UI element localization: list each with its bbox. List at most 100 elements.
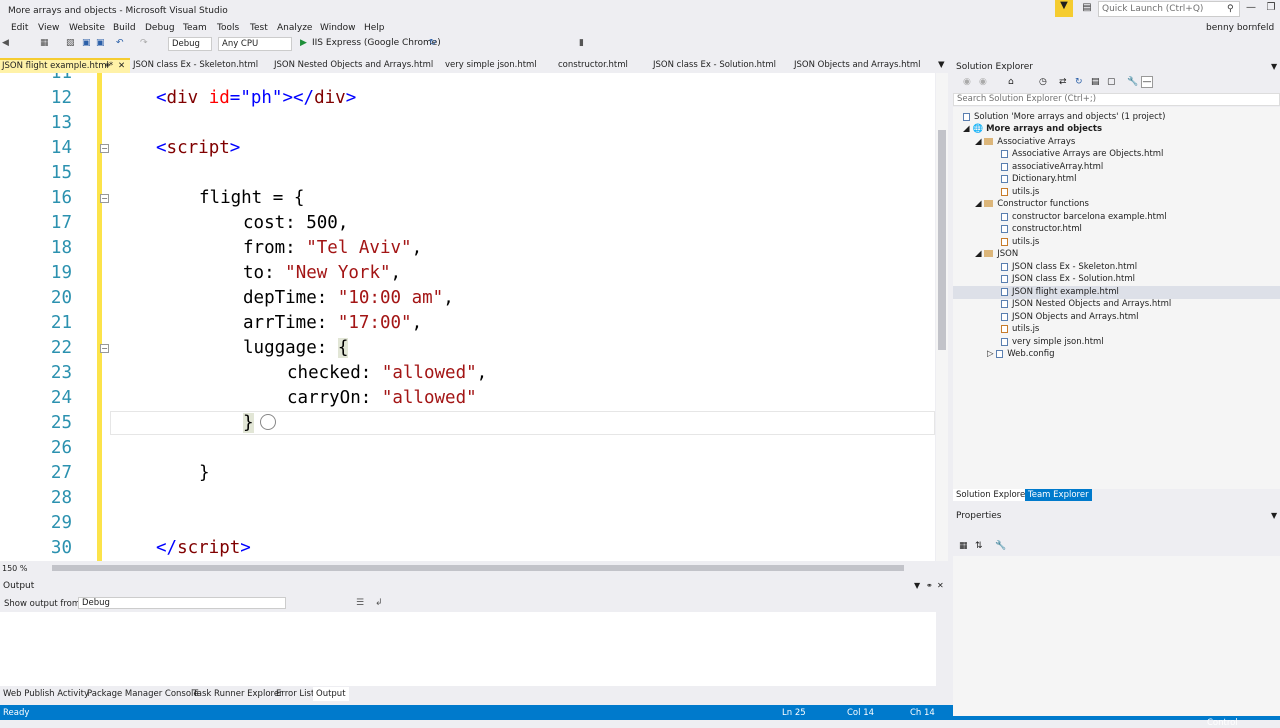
line-number: 15 (50, 163, 72, 183)
new-project-icon[interactable]: ▦ (40, 38, 49, 48)
collapse-icon[interactable]: − (100, 144, 109, 153)
code-line: <div id="ph"></div> (156, 88, 357, 108)
tab-output[interactable]: Output (313, 687, 349, 701)
close-icon[interactable]: ✕ (937, 581, 944, 590)
menu-debug[interactable]: Debug (145, 23, 175, 33)
tree-file[interactable]: JSON Objects and Arrays.html (1001, 311, 1139, 324)
clear-all-icon[interactable]: ☰ (356, 598, 364, 608)
bookmark-icon[interactable]: ▮ (579, 38, 584, 48)
pending-changes-icon[interactable]: ◷ (1039, 77, 1047, 87)
scroll-thumb[interactable] (938, 130, 946, 350)
output-dropdown-icon[interactable]: ▼ (914, 581, 920, 590)
tab-team-explorer[interactable]: Team Explorer (1025, 489, 1092, 501)
menu-view[interactable]: View (38, 23, 59, 33)
run-target-button[interactable]: IIS Express (Google Chrome) (312, 38, 441, 48)
minimize-button[interactable]: — (1242, 2, 1260, 13)
platform-select[interactable]: Any CPU (218, 37, 292, 51)
collapse-all-icon[interactable]: ▤ (1091, 77, 1100, 87)
zoom-level[interactable]: 150 % (2, 564, 27, 573)
tree-file[interactable]: utils.js (1001, 323, 1039, 336)
tree-file[interactable]: Dictionary.html (1001, 173, 1076, 186)
menu-analyze[interactable]: Analyze (277, 23, 312, 33)
tree-folder-associative-arrays[interactable]: ◢ Associative Arrays (975, 136, 1075, 149)
home-icon[interactable]: ⌂ (1008, 77, 1014, 87)
tab-json-flight-example[interactable]: JSON flight example.html* ⚭ ✕ (0, 58, 130, 73)
tab-constructor[interactable]: constructor.html (558, 58, 628, 73)
tree-folder-json[interactable]: ◢ JSON (975, 248, 1018, 261)
menu-edit[interactable]: Edit (11, 23, 28, 33)
restore-button[interactable]: ❐ (1262, 2, 1280, 13)
tab-very-simple-json[interactable]: very simple json.html (445, 58, 537, 73)
refresh-icon[interactable]: ↻ (1075, 77, 1083, 87)
tab-solution-explorer[interactable]: Solution Explorer (953, 489, 1032, 501)
sync-icon[interactable]: ⇄ (1059, 77, 1067, 87)
tree-file[interactable]: constructor barcelona example.html (1001, 211, 1167, 224)
categorized-icon[interactable]: ▦ (959, 541, 968, 551)
user-name[interactable]: benny bornfeld (1206, 23, 1274, 33)
pin-icon[interactable]: ⚭ (926, 581, 933, 590)
forward-icon[interactable]: ◉ (979, 77, 987, 87)
tree-folder-constructor-functions[interactable]: ◢ Constructor functions (975, 198, 1089, 211)
open-folder-icon[interactable]: ▧ (66, 38, 75, 48)
tab-package-manager-console[interactable]: Package Manager Console (87, 689, 199, 699)
tree-file-webconfig[interactable]: ▷ Web.config (987, 348, 1055, 361)
tab-web-publish-activity[interactable]: Web Publish Activity (3, 689, 89, 699)
save-icon[interactable]: ▣ (82, 38, 91, 48)
config-select[interactable]: Debug (168, 37, 212, 51)
close-icon[interactable]: ✕ (118, 61, 125, 71)
tree-file[interactable]: utils.js (1001, 186, 1039, 199)
tab-overflow-icon[interactable]: ▼ (938, 58, 945, 73)
tree-file[interactable]: utils.js (1001, 236, 1039, 249)
tab-json-nested[interactable]: JSON Nested Objects and Arrays.html (274, 58, 433, 73)
properties-icon[interactable]: 🔧 (1127, 77, 1138, 87)
property-pages-icon[interactable]: 🔧 (995, 541, 1006, 551)
preview-icon[interactable]: — (1141, 76, 1153, 88)
tree-file[interactable]: JSON class Ex - Skeleton.html (1001, 261, 1137, 274)
word-wrap-icon[interactable]: ↲ (375, 598, 383, 608)
dropdown-icon[interactable]: ▼ (1271, 511, 1277, 520)
line-number: 25 (50, 413, 72, 433)
horizontal-scroll-thumb[interactable] (52, 565, 904, 571)
tree-file[interactable]: JSON class Ex - Solution.html (1001, 273, 1135, 286)
save-all-icon[interactable]: ▣ (96, 38, 105, 48)
notification-filter-icon[interactable]: ▼ (1055, 0, 1073, 17)
tree-project[interactable]: ◢ 🌐 More arrays and objects (963, 123, 1102, 136)
menu-team[interactable]: Team (183, 23, 207, 33)
tab-error-list[interactable]: Error List (276, 689, 314, 699)
tree-file-selected[interactable]: JSON flight example.html (953, 286, 1280, 299)
tree-solution[interactable]: Solution 'More arrays and objects' (1 pr… (963, 111, 1165, 124)
alphabetical-icon[interactable]: ⇅ (975, 541, 983, 551)
undo-icon[interactable]: ↶ (116, 38, 124, 48)
redo-icon[interactable]: ↷ (140, 38, 148, 48)
code-editor[interactable]: 11 12 13 14 15 16 17 18 19 20 21 22 23 2… (0, 73, 935, 561)
tree-file[interactable]: JSON Nested Objects and Arrays.html (1001, 298, 1171, 311)
tree-file[interactable]: Associative Arrays are Objects.html (1001, 148, 1163, 161)
collapse-icon[interactable]: − (100, 344, 109, 353)
solution-search-input[interactable]: Search Solution Explorer (Ctrl+;) (953, 93, 1280, 106)
collapse-icon[interactable]: − (100, 194, 109, 203)
tab-json-objects-arrays[interactable]: JSON Objects and Arrays.html (794, 58, 921, 73)
tree-file[interactable]: associativeArray.html (1001, 161, 1103, 174)
menu-build[interactable]: Build (113, 23, 136, 33)
tree-file[interactable]: constructor.html (1001, 223, 1082, 236)
menu-test[interactable]: Test (250, 23, 268, 33)
menu-help[interactable]: Help (364, 23, 385, 33)
pin-icon[interactable]: ⚭ (104, 61, 111, 71)
output-source-select[interactable]: Debug (78, 597, 286, 609)
back-icon[interactable]: ◀ (2, 38, 9, 48)
back-icon[interactable]: ◉ (963, 77, 971, 87)
menu-tools[interactable]: Tools (217, 23, 239, 33)
refresh-icon[interactable]: ↻ (429, 38, 437, 48)
output-text-area[interactable] (0, 612, 936, 686)
tab-task-runner-explorer[interactable]: Task Runner Explorer (193, 689, 283, 699)
quick-launch-input[interactable]: Quick Launch (Ctrl+Q) ⚲ (1098, 1, 1240, 17)
menu-website[interactable]: Website (69, 23, 105, 33)
tab-json-skeleton[interactable]: JSON class Ex - Skeleton.html (133, 58, 258, 73)
feedback-icon[interactable]: ▤ (1078, 2, 1096, 13)
show-all-files-icon[interactable]: ▢ (1107, 77, 1116, 87)
menu-window[interactable]: Window (320, 23, 356, 33)
tree-file[interactable]: very simple json.html (1001, 336, 1104, 349)
start-icon[interactable]: ▶ (300, 38, 307, 48)
dropdown-icon[interactable]: ▼ (1271, 62, 1277, 71)
tab-json-solution[interactable]: JSON class Ex - Solution.html (653, 58, 776, 73)
